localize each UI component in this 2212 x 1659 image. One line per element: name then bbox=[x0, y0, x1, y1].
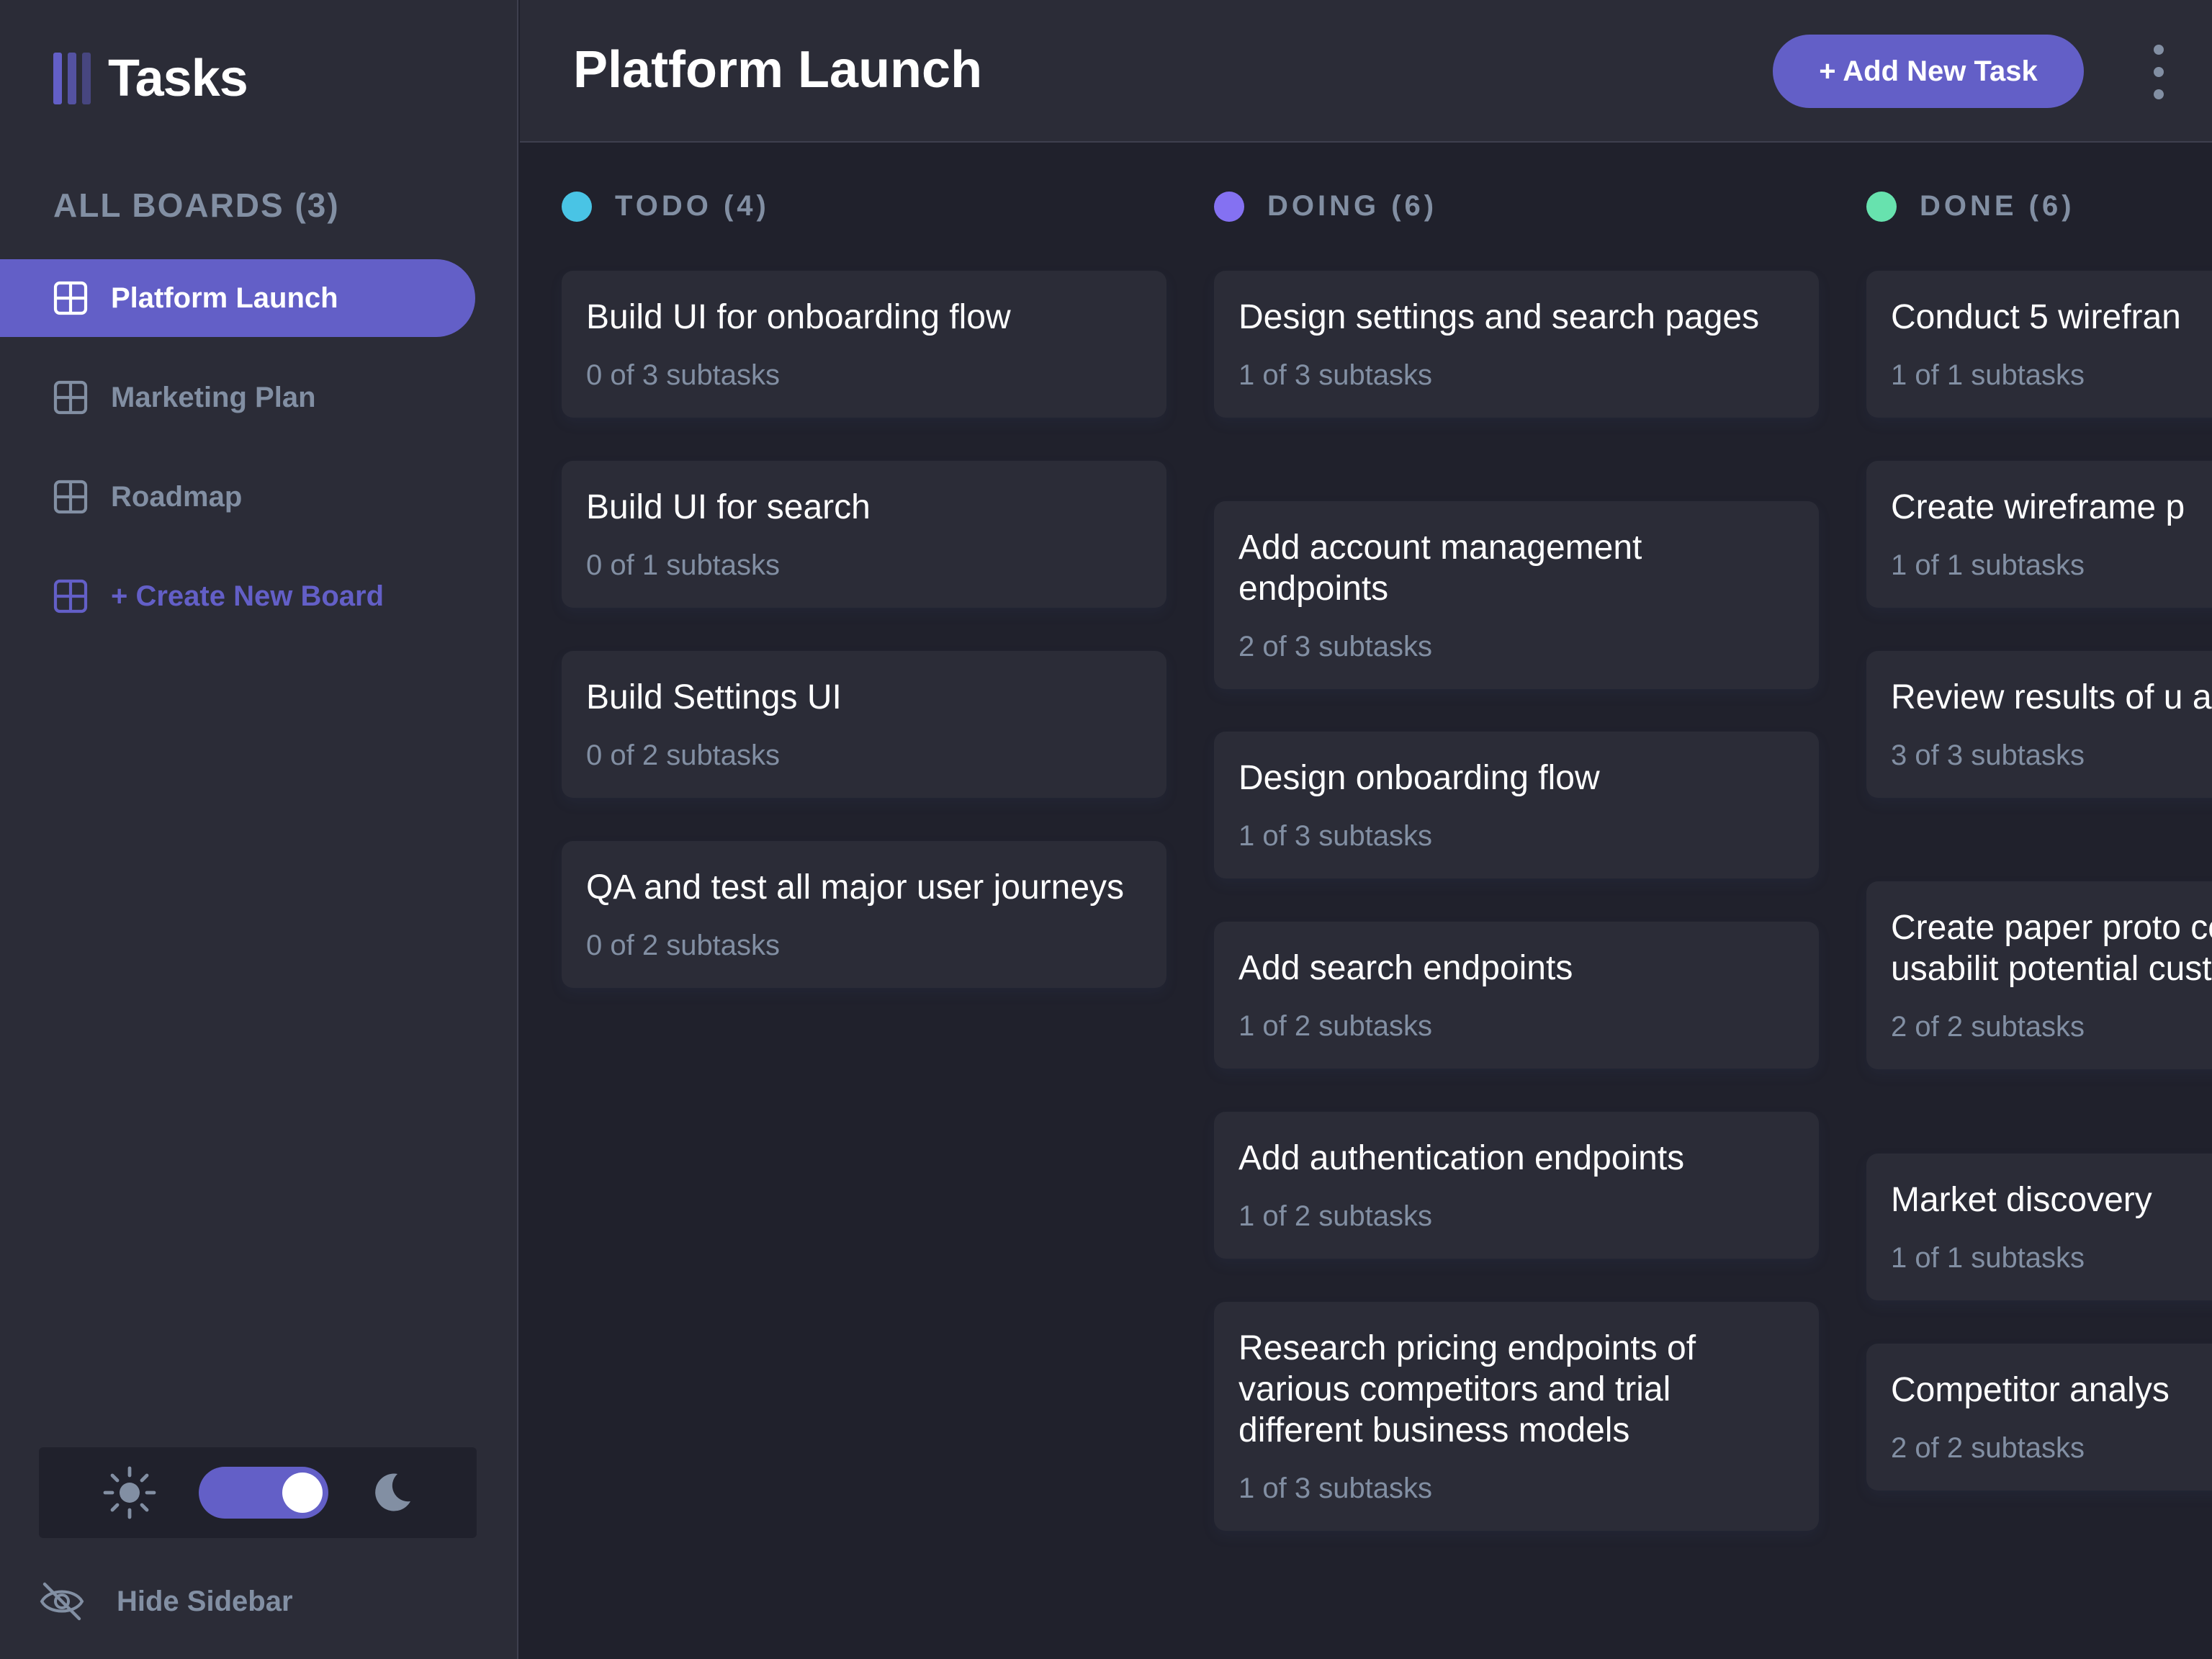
task-card[interactable]: Add authentication endpoints 1 of 2 subt… bbox=[1214, 1112, 1819, 1259]
task-title: Build UI for search bbox=[586, 488, 871, 526]
task-subtasks: 2 of 3 subtasks bbox=[1238, 631, 1433, 662]
task-card[interactable]: Competitor analys 2 of 2 subtasks bbox=[1866, 1344, 2212, 1491]
sidebar-item-platform-launch[interactable]: Platform Launch bbox=[0, 259, 475, 337]
task-subtasks: 2 of 2 subtasks bbox=[1891, 1432, 2085, 1464]
task-title: Market discovery bbox=[1891, 1181, 2152, 1219]
task-subtasks: 1 of 3 subtasks bbox=[1238, 820, 1433, 852]
board-icon bbox=[53, 480, 88, 514]
task-subtasks: 0 of 2 subtasks bbox=[586, 930, 781, 961]
logo-icon bbox=[53, 53, 91, 104]
page-title: Platform Launch bbox=[573, 41, 983, 99]
task-title: Design settings and search pages bbox=[1238, 298, 1760, 336]
hide-sidebar-label: Hide Sidebar bbox=[117, 1585, 293, 1617]
column-header: TODO (4) bbox=[562, 190, 770, 222]
task-card[interactable]: Add account management endpoints 2 of 3 … bbox=[1214, 501, 1819, 689]
theme-toggle-panel bbox=[39, 1447, 477, 1538]
task-subtasks: 1 of 1 subtasks bbox=[1891, 1242, 2085, 1274]
eye-slash-icon bbox=[40, 1582, 84, 1621]
column-title: DONE (6) bbox=[1920, 190, 2075, 222]
theme-switch[interactable] bbox=[199, 1467, 328, 1519]
task-subtasks: 1 of 1 subtasks bbox=[1891, 549, 2085, 581]
task-title: Create paper proto conduct 10 usabilit p… bbox=[1891, 909, 2212, 988]
task-card[interactable]: Research pricing endpoints of various co… bbox=[1214, 1302, 1819, 1531]
add-new-task-button[interactable]: + Add New Task bbox=[1773, 35, 2084, 108]
task-title: Build UI for onboarding flow bbox=[586, 298, 1011, 336]
sidebar-item-roadmap[interactable]: Roadmap bbox=[0, 458, 475, 536]
task-subtasks: 1 of 1 subtasks bbox=[1891, 359, 2085, 391]
task-subtasks: 1 of 3 subtasks bbox=[1238, 359, 1433, 391]
column-color-dot bbox=[562, 191, 592, 222]
task-subtasks: 0 of 2 subtasks bbox=[586, 739, 781, 771]
board: TODO (4) Build UI for onboarding flow 0 … bbox=[520, 144, 2212, 1659]
column-header: DOING (6) bbox=[1214, 190, 1437, 222]
moon-icon bbox=[375, 1473, 410, 1511]
theme-switch-knob bbox=[282, 1473, 323, 1513]
vertical-ellipsis-icon[interactable] bbox=[2147, 45, 2170, 99]
task-title: Research pricing endpoints of various co… bbox=[1238, 1329, 1696, 1449]
task-subtasks: 2 of 2 subtasks bbox=[1891, 1011, 2085, 1043]
column-title: DOING (6) bbox=[1267, 190, 1438, 222]
task-title: Design onboarding flow bbox=[1238, 759, 1600, 797]
sun-icon bbox=[103, 1466, 156, 1519]
hide-sidebar-button[interactable]: Hide Sidebar bbox=[39, 1581, 293, 1622]
board-list: Platform Launch Marketing Plan Roadmap +… bbox=[0, 259, 475, 657]
task-card[interactable]: Build UI for search 0 of 1 subtasks bbox=[562, 461, 1166, 608]
create-new-board-button[interactable]: + Create New Board bbox=[0, 557, 475, 635]
task-title: QA and test all major user journeys bbox=[586, 868, 1125, 907]
task-card[interactable]: Create paper proto conduct 10 usabilit p… bbox=[1866, 881, 2212, 1069]
task-title: Add account management endpoints bbox=[1238, 529, 1642, 608]
column-header: DONE (6) bbox=[1866, 190, 2075, 222]
task-subtasks: 1 of 2 subtasks bbox=[1238, 1200, 1433, 1232]
task-subtasks: 1 of 2 subtasks bbox=[1238, 1010, 1433, 1042]
task-title: Add search endpoints bbox=[1238, 949, 1573, 987]
app-logo: Tasks bbox=[53, 49, 248, 108]
top-header: Platform Launch + Add New Task bbox=[520, 0, 2212, 143]
task-title: Conduct 5 wirefran bbox=[1891, 298, 2181, 336]
task-card[interactable]: Conduct 5 wirefran 1 of 1 subtasks bbox=[1866, 271, 2212, 418]
task-subtasks: 0 of 1 subtasks bbox=[586, 549, 781, 581]
column-color-dot bbox=[1214, 191, 1244, 222]
task-card[interactable]: Review results of u and iterate 3 of 3 s… bbox=[1866, 651, 2212, 798]
task-card[interactable]: QA and test all major user journeys 0 of… bbox=[562, 841, 1166, 988]
sidebar-item-label: Marketing Plan bbox=[111, 381, 316, 413]
task-card[interactable]: Design settings and search pages 1 of 3 … bbox=[1214, 271, 1819, 418]
sidebar-item-marketing-plan[interactable]: Marketing Plan bbox=[0, 359, 475, 436]
task-title: Review results of u and iterate bbox=[1891, 678, 2212, 716]
task-card[interactable]: Design onboarding flow 1 of 3 subtasks bbox=[1214, 732, 1819, 878]
board-icon bbox=[53, 579, 88, 613]
task-title: Create wireframe p bbox=[1891, 488, 2185, 526]
task-card[interactable]: Market discovery 1 of 1 subtasks bbox=[1866, 1154, 2212, 1300]
task-card[interactable]: Build UI for onboarding flow 0 of 3 subt… bbox=[562, 271, 1166, 418]
task-card[interactable]: Create wireframe p 1 of 1 subtasks bbox=[1866, 461, 2212, 608]
kanban-app: Tasks ALL BOARDS (3) Platform Launch Mar… bbox=[0, 0, 2212, 1659]
sidebar: Tasks ALL BOARDS (3) Platform Launch Mar… bbox=[0, 0, 518, 1659]
sidebar-item-label: Roadmap bbox=[111, 480, 243, 513]
column-title: TODO (4) bbox=[615, 190, 770, 222]
column-color-dot bbox=[1866, 191, 1897, 222]
all-boards-heading: ALL BOARDS (3) bbox=[53, 186, 340, 224]
task-title: Add authentication endpoints bbox=[1238, 1139, 1685, 1177]
board-icon bbox=[53, 380, 88, 415]
task-card[interactable]: Build Settings UI 0 of 2 subtasks bbox=[562, 651, 1166, 798]
task-subtasks: 3 of 3 subtasks bbox=[1891, 739, 2085, 771]
board-icon bbox=[53, 281, 88, 315]
task-title: Competitor analys bbox=[1891, 1371, 2170, 1409]
create-new-board-label: + Create New Board bbox=[111, 580, 385, 612]
logo-text: Tasks bbox=[108, 50, 248, 107]
task-title: Build Settings UI bbox=[586, 678, 842, 716]
task-subtasks: 1 of 3 subtasks bbox=[1238, 1473, 1433, 1504]
task-card[interactable]: Add search endpoints 1 of 2 subtasks bbox=[1214, 922, 1819, 1069]
sidebar-item-label: Platform Launch bbox=[111, 282, 338, 314]
task-subtasks: 0 of 3 subtasks bbox=[586, 359, 781, 391]
